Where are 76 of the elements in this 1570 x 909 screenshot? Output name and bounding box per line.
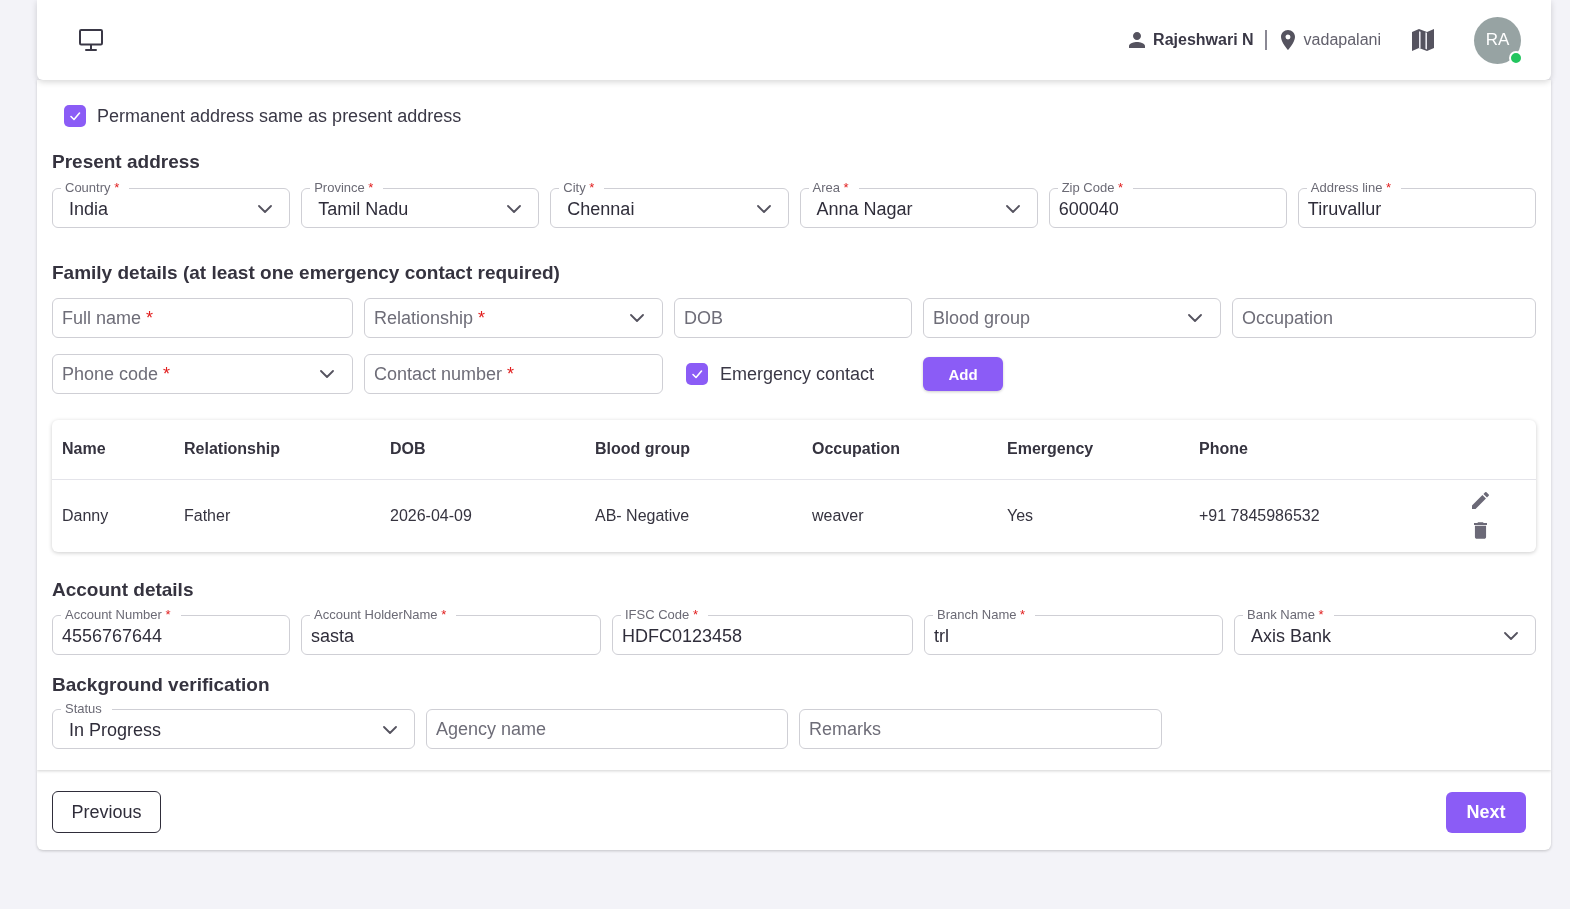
- chevron-down-icon: [1504, 632, 1518, 640]
- input-field[interactable]: Full name *: [52, 298, 353, 338]
- input-field[interactable]: Remarks: [799, 709, 1162, 749]
- person-icon: [1129, 32, 1146, 48]
- chevron-down-icon: [383, 726, 397, 734]
- column-header: DOB: [380, 420, 585, 479]
- column-header: Emergency: [997, 420, 1189, 479]
- pencil-icon[interactable]: [1472, 492, 1489, 510]
- field-label: City *: [562, 181, 596, 195]
- field-label: Bank Name *: [1246, 608, 1325, 622]
- select-field[interactable]: Province * Tamil Nadu: [301, 181, 540, 228]
- input-field[interactable]: Contact number *: [364, 354, 663, 394]
- table-cell: 2026-04-09: [380, 479, 585, 552]
- input-field[interactable]: Account HolderName * sasta: [301, 608, 601, 655]
- table-cell: weaver: [802, 479, 997, 552]
- column-header: Phone: [1189, 420, 1440, 479]
- chevron-down-icon: [258, 205, 273, 213]
- input-field[interactable]: Zip Code * 600040: [1048, 181, 1287, 228]
- select-field[interactable]: Relationship *: [364, 298, 663, 338]
- previous-button[interactable]: Previous: [52, 791, 161, 833]
- chevron-down-icon: [1005, 205, 1020, 213]
- field-label: Branch Name *: [936, 608, 1027, 622]
- select-field[interactable]: Blood group: [923, 298, 1221, 338]
- chevron-down-icon: [1188, 314, 1202, 322]
- field-label: Account HolderName *: [313, 608, 448, 622]
- trash-icon[interactable]: [1474, 522, 1487, 540]
- section-title: Account details: [52, 578, 195, 602]
- next-button[interactable]: Next: [1446, 791, 1526, 833]
- add-button[interactable]: Add: [923, 357, 1003, 391]
- table-cell: +91 7845986532: [1189, 479, 1440, 552]
- table-cell: AB- Negative: [585, 479, 802, 552]
- input-field[interactable]: IFSC Code * HDFC0123458: [612, 608, 913, 655]
- section-title: Present address: [52, 150, 201, 174]
- field-label: Zip Code *: [1060, 181, 1125, 195]
- chevron-down-icon: [320, 370, 334, 378]
- checkbox[interactable]: [686, 363, 708, 385]
- user-name: Rajeshwari N: [1153, 31, 1254, 49]
- select-field[interactable]: Phone code *: [52, 354, 353, 394]
- select-field[interactable]: City * Chennai: [550, 181, 789, 228]
- map-pin-icon: [1280, 30, 1295, 50]
- input-field[interactable]: Occupation: [1232, 298, 1536, 338]
- input-field[interactable]: Account Number * 4556767644: [52, 608, 290, 655]
- checkbox-label: Permanent address same as present address: [97, 105, 462, 127]
- field-label: Province *: [313, 181, 375, 195]
- column-header: Occupation: [802, 420, 997, 479]
- chevron-down-icon: [630, 314, 644, 322]
- select-field[interactable]: Bank Name * Axis Bank: [1234, 608, 1536, 655]
- input-field[interactable]: DOB: [674, 298, 912, 338]
- input-field[interactable]: Address line * Tiruvallur: [1297, 181, 1536, 228]
- select-field[interactable]: Area * Anna Nagar: [799, 181, 1038, 228]
- input-field[interactable]: Agency name: [426, 709, 788, 749]
- field-label: Account Number *: [64, 608, 172, 622]
- field-label: Status: [64, 702, 103, 716]
- select-field[interactable]: Status In Progress: [52, 702, 415, 749]
- column-header: Blood group: [585, 420, 802, 479]
- select-field[interactable]: Country * India: [52, 181, 291, 228]
- map-icon[interactable]: [1412, 29, 1434, 51]
- table-cell: Father: [174, 479, 380, 552]
- table-cell: Yes: [997, 479, 1189, 552]
- column-header: Name: [52, 420, 174, 479]
- avatar-initials: RA: [1485, 30, 1510, 50]
- location-name: vadapalani: [1303, 31, 1381, 49]
- checkbox-label: Emergency contact: [720, 363, 875, 385]
- chevron-down-icon: [756, 205, 771, 213]
- field-label: Country *: [64, 181, 121, 195]
- field-label: Address line *: [1309, 181, 1393, 195]
- section-title: Family details (at least one emergency contact required): [52, 261, 561, 285]
- field-label: IFSC Code *: [624, 608, 699, 622]
- column-header: Relationship: [174, 420, 380, 479]
- section-title: Background verification: [52, 673, 271, 697]
- monitor-icon[interactable]: [79, 29, 103, 51]
- chevron-down-icon: [507, 205, 522, 213]
- input-field[interactable]: Branch Name * trl: [924, 608, 1223, 655]
- checkbox[interactable]: [64, 105, 86, 127]
- field-label: Area *: [811, 181, 850, 195]
- table-cell: Danny: [52, 479, 174, 552]
